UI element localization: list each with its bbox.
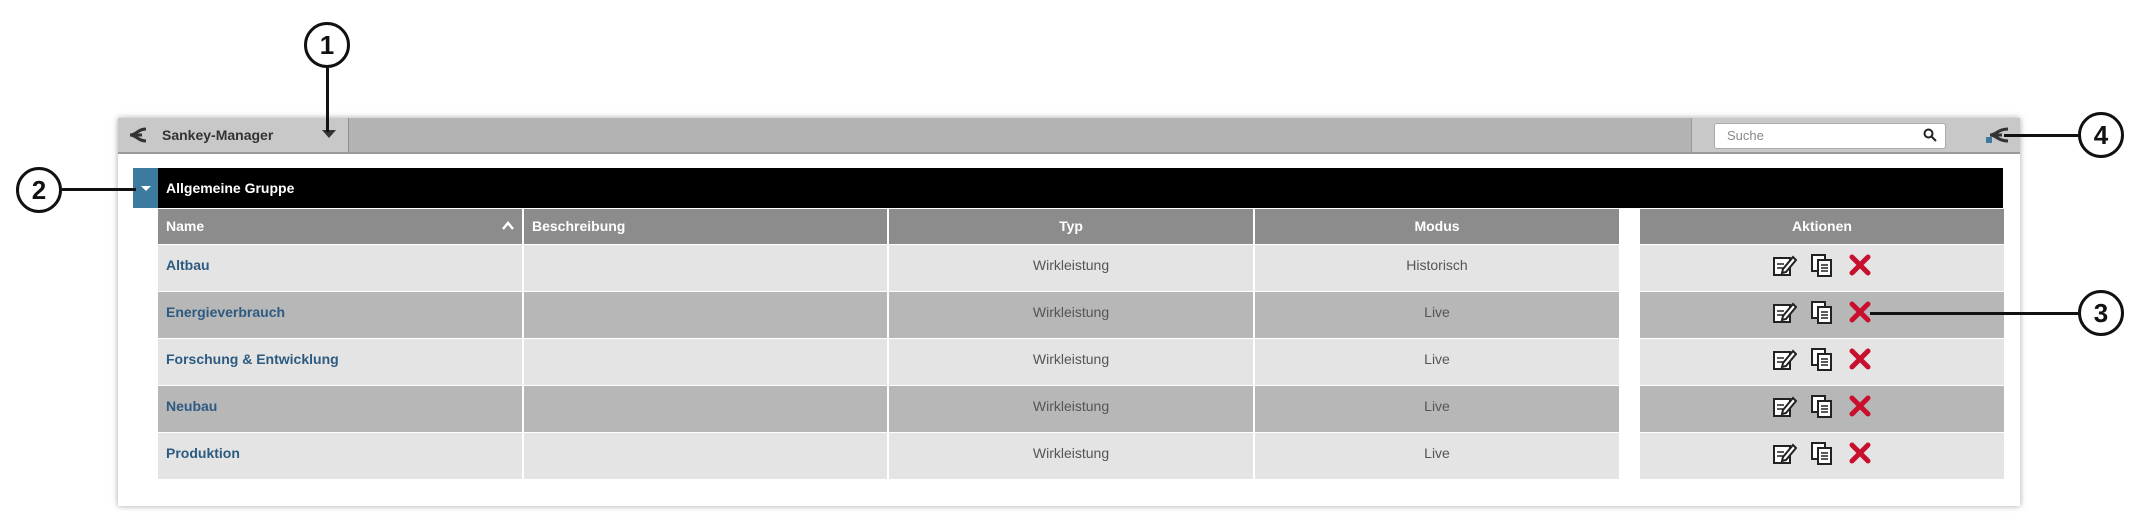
group-header: Allgemeine Gruppe: [133, 168, 2003, 208]
table-row: Produktion Wirkleistung Live: [158, 433, 2004, 480]
cell-name: Neubau: [158, 386, 522, 432]
edit-icon[interactable]: [1771, 346, 1797, 372]
cell-text: Wirkleistung: [1032, 257, 1110, 273]
callout-line-3: [1870, 312, 2078, 315]
app-title: Sankey-Manager: [162, 127, 274, 143]
action-group: [1640, 433, 2004, 473]
cell-name: Energieverbrauch: [158, 292, 522, 338]
cell-typ: Wirkleistung: [889, 292, 1253, 338]
cell-text: Historisch: [1406, 257, 1468, 273]
sankey-name-link[interactable]: Energieverbrauch: [158, 292, 522, 332]
sankey-name-link[interactable]: Produktion: [158, 433, 522, 473]
cell-beschreibung: [524, 292, 887, 338]
cell-beschreibung: [524, 245, 887, 291]
copy-icon[interactable]: [1809, 299, 1835, 325]
cell-text: Live: [1424, 351, 1450, 367]
cell-text: Wirkleistung: [1032, 304, 1110, 320]
cell-text: Wirkleistung: [1032, 445, 1110, 461]
cell-modus: Historisch: [1255, 245, 1619, 291]
cell-text: Live: [1424, 398, 1450, 414]
column-header-beschreibung[interactable]: Beschreibung: [524, 209, 887, 244]
cell-beschreibung: [524, 339, 887, 385]
cell-aktionen: [1640, 292, 2004, 338]
copy-icon[interactable]: [1809, 393, 1835, 419]
copy-icon[interactable]: [1809, 440, 1835, 466]
callout-line-1: [326, 68, 329, 132]
sort-ascending-icon[interactable]: [502, 221, 514, 231]
callout-line-2: [62, 188, 136, 191]
cell-name: Produktion: [158, 433, 522, 479]
copy-icon[interactable]: [1809, 346, 1835, 372]
cell-modus: Live: [1255, 433, 1619, 479]
cell-typ: Wirkleistung: [889, 339, 1253, 385]
cell-text: Live: [1424, 445, 1450, 461]
action-group: [1640, 339, 2004, 379]
cell-typ: Wirkleistung: [889, 386, 1253, 432]
callout-1: 1: [304, 22, 350, 68]
app-selector[interactable]: Sankey-Manager: [118, 118, 349, 152]
sankey-manager-panel: Sankey-Manager Allgemeine Gruppe: [118, 118, 2020, 506]
sankey-name-link[interactable]: Neubau: [158, 386, 522, 426]
delete-icon[interactable]: [1847, 346, 1873, 372]
edit-icon[interactable]: [1771, 299, 1797, 325]
copy-icon[interactable]: [1809, 252, 1835, 278]
cell-text: Wirkleistung: [1032, 351, 1110, 367]
action-group: [1640, 386, 2004, 426]
edit-icon[interactable]: [1771, 393, 1797, 419]
top-bar: Sankey-Manager: [118, 118, 2020, 154]
column-header-name[interactable]: Name: [158, 209, 522, 244]
cell-name: Altbau: [158, 245, 522, 291]
sankey-name-link[interactable]: Forschung & Entwicklung: [158, 339, 522, 379]
cell-aktionen: [1640, 245, 2004, 291]
callout-3: 3: [2078, 290, 2124, 336]
chevron-down-icon[interactable]: [322, 130, 336, 138]
chevron-down-icon: [141, 186, 151, 191]
table-row: Neubau Wirkleistung Live: [158, 386, 2004, 433]
cell-text: Live: [1424, 304, 1450, 320]
column-header-aktionen: Aktionen: [1640, 209, 2004, 244]
edit-icon[interactable]: [1771, 252, 1797, 278]
cell-modus: Live: [1255, 386, 1619, 432]
delete-icon[interactable]: [1847, 440, 1873, 466]
header-label: Name: [166, 218, 205, 234]
search-input[interactable]: [1715, 124, 1929, 146]
column-header-modus[interactable]: Modus: [1255, 209, 1619, 244]
cell-aktionen: [1640, 433, 2004, 479]
delete-icon[interactable]: [1847, 252, 1873, 278]
callout-line-4: [2004, 134, 2078, 137]
search-area: [1691, 118, 2020, 152]
table-row: Altbau Wirkleistung Historisch: [158, 245, 2004, 292]
sankey-name-link[interactable]: Altbau: [158, 245, 522, 285]
search-icon[interactable]: [1923, 128, 1937, 142]
cell-typ: Wirkleistung: [889, 433, 1253, 479]
cell-modus: Live: [1255, 339, 1619, 385]
sankey-icon: [129, 127, 147, 143]
cell-modus: Live: [1255, 292, 1619, 338]
group-title: Allgemeine Gruppe: [166, 180, 295, 196]
table-row: Energieverbrauch Wirkleistung Live: [158, 292, 2004, 339]
cell-text: Wirkleistung: [1032, 398, 1110, 414]
cell-typ: Wirkleistung: [889, 245, 1253, 291]
action-group: [1640, 245, 2004, 285]
callout-2: 2: [16, 167, 62, 213]
column-header-typ[interactable]: Typ: [889, 209, 1253, 244]
group-toggle[interactable]: [133, 168, 158, 208]
delete-icon[interactable]: [1847, 393, 1873, 419]
table-row: Forschung & Entwicklung Wirkleistung Live: [158, 339, 2004, 386]
cell-beschreibung: [524, 433, 887, 479]
header-label: Modus: [1414, 218, 1460, 234]
header-label: Aktionen: [1792, 218, 1852, 234]
cell-name: Forschung & Entwicklung: [158, 339, 522, 385]
cell-aktionen: [1640, 386, 2004, 432]
cell-aktionen: [1640, 339, 2004, 385]
cell-beschreibung: [524, 386, 887, 432]
search-box[interactable]: [1714, 123, 1946, 149]
header-label: Beschreibung: [532, 218, 626, 234]
edit-icon[interactable]: [1771, 440, 1797, 466]
callout-4: 4: [2078, 112, 2124, 158]
header-label: Typ: [1059, 218, 1083, 234]
